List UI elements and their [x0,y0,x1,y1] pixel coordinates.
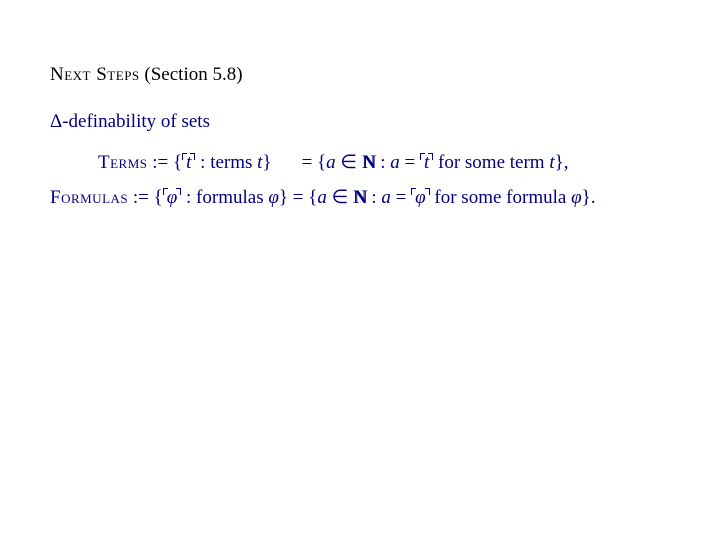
formulas-var2: φ [571,187,582,208]
godel-open-phi2: φ [411,187,430,209]
terms-assign: := { [148,152,183,173]
formulas-assign: := { [128,187,163,208]
terms-a2: a [390,152,400,173]
godel-t2-var: t [424,152,429,173]
terms-definition: Terms := {t : terms t}= {a ∈ N : a = t f… [98,151,670,174]
terms-eq: = { [302,152,327,173]
formulas-close2: }. [582,187,596,208]
delta-definability-line: Δ-definability of sets [50,111,670,133]
formulas-tail: for some formula [430,187,571,208]
formulas-in: ∈ [327,187,353,208]
heading-section-ref: (Section 5.8) [140,64,243,85]
formulas-close1: } = { [279,187,317,208]
formulas-mid1: : formulas [181,187,268,208]
terms-eq2: = [400,152,420,173]
heading-caption: Next Steps [50,64,140,85]
slide-heading: Next Steps (Section 5.8) [50,64,670,87]
formulas-a: a [317,187,327,208]
godel-open-t: t [182,152,195,174]
terms-close1: } [262,152,271,173]
formulas-eq2: = [391,187,411,208]
terms-mid1: : terms [195,152,257,173]
naturals-symbol-2: N [353,187,367,209]
godel-open-t2: t [420,152,433,174]
formulas-var1: φ [268,187,279,208]
formulas-definition: Formulas := {φ : formulas φ} = {a ∈ N : … [50,186,670,209]
delta-symbol: Δ [50,111,62,132]
terms-tail: for some term [433,152,549,173]
terms-a: a [326,152,336,173]
delta-text: -definability of sets [62,111,210,132]
godel-t-var: t [186,152,191,173]
godel-phi-var: φ [167,187,178,208]
godel-open-phi: φ [163,187,182,209]
formulas-a2: a [381,187,391,208]
formulas-cond: : [367,187,382,208]
terms-close2: }, [555,152,569,173]
terms-in: ∈ [336,152,362,173]
terms-label: Terms [98,152,148,173]
naturals-symbol: N [362,152,376,174]
godel-phi2-var: φ [415,187,426,208]
terms-cond: : [375,152,390,173]
formulas-label: Formulas [50,187,128,208]
slide-page: Next Steps (Section 5.8) Δ-definability … [0,0,720,209]
